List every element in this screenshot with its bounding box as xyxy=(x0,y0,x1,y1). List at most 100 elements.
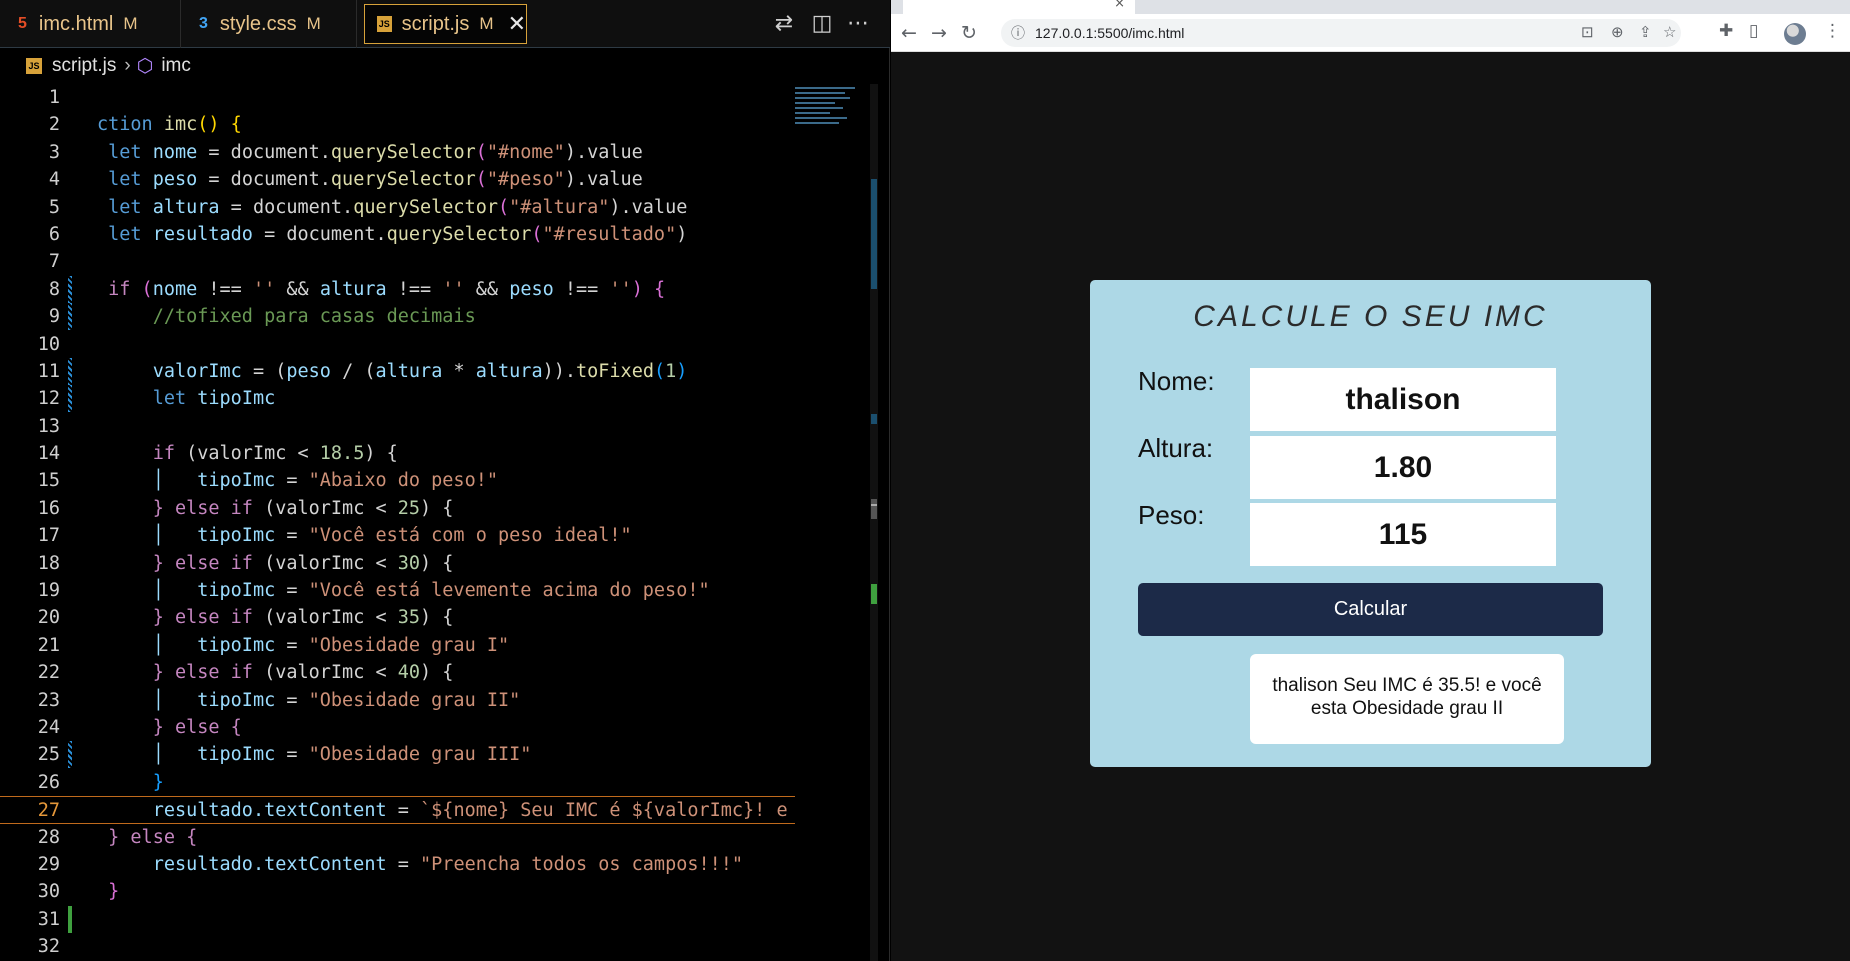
code-line: 30 } xyxy=(0,878,800,905)
line-number: 15 xyxy=(37,470,60,492)
forward-arrow-icon[interactable]: → xyxy=(927,20,951,46)
line-number: 6 xyxy=(48,223,60,245)
code-text: resultado.textContent = "Preencha todos … xyxy=(152,853,744,875)
code-line: 7 xyxy=(0,248,800,275)
code-line: 29 resultado.textContent = "Preencha tod… xyxy=(0,851,800,878)
more-actions-icon[interactable]: ⋯ xyxy=(844,10,872,38)
tab-style-css[interactable]: 3 style.css M xyxy=(181,0,357,48)
line-number: 9 xyxy=(48,306,60,328)
split-editor-icon[interactable]: ◫ xyxy=(808,10,836,38)
breadcrumb-file[interactable]: script.js xyxy=(52,55,116,77)
code-line: 25 │ tipoImc = "Obesidade grau III" xyxy=(0,741,800,769)
line-number: 31 xyxy=(37,908,60,930)
code-text: │ tipoImc = "Obesidade grau I" xyxy=(97,634,510,656)
url-input[interactable]: ⓘ 127.0.0.1:5500/imc.html ⊡ ⊕ ⇪ ☆ xyxy=(1001,19,1681,47)
line-number: 14 xyxy=(37,443,60,465)
code-text: } xyxy=(152,771,164,793)
line-number: 12 xyxy=(37,388,60,410)
profile-avatar[interactable] xyxy=(1784,23,1806,45)
code-text: } else if (valorImc < 35) { xyxy=(152,607,454,629)
translate-icon[interactable]: ⊡ xyxy=(1581,19,1594,47)
css3-icon: 3 xyxy=(199,15,208,32)
close-icon[interactable]: × xyxy=(1114,0,1125,11)
site-info-icon[interactable]: ⓘ xyxy=(1011,19,1025,47)
code-text: } xyxy=(108,881,120,903)
line-number: 32 xyxy=(37,936,60,958)
vertical-scrollbar[interactable] xyxy=(870,84,878,961)
code-line: 9 //tofixed para casas decimais xyxy=(0,303,800,331)
line-number: 8 xyxy=(48,278,60,300)
code-line: 26 } xyxy=(0,769,800,796)
code-text: if (nome !== '' && altura !== '' && peso… xyxy=(108,278,666,300)
nome-input[interactable]: thalison xyxy=(1250,368,1556,431)
code-text: let peso = document.querySelector("#peso… xyxy=(108,169,643,191)
result-box: thalison Seu IMC é 35.5! e você esta Obe… xyxy=(1250,654,1564,744)
code-line: 24 } else { xyxy=(0,714,800,741)
browser-tab[interactable]: × xyxy=(903,0,1135,14)
git-modified-marker xyxy=(68,385,72,413)
line-number: 25 xyxy=(37,744,60,766)
js-icon: JS xyxy=(377,16,392,32)
git-modified-marker xyxy=(68,357,72,385)
line-number: 29 xyxy=(37,853,60,875)
side-panel-icon[interactable]: ▯ xyxy=(1749,21,1758,41)
minimap[interactable] xyxy=(795,84,870,144)
code-line: 6 let resultado = document.querySelector… xyxy=(0,221,800,248)
code-line: 12 let tipoImc xyxy=(0,385,800,413)
code-line: 1 xyxy=(0,84,800,111)
line-number: 23 xyxy=(37,689,60,711)
close-tab-icon[interactable]: ✕ xyxy=(508,11,526,37)
bookmark-star-icon[interactable]: ☆ xyxy=(1663,19,1676,47)
line-number: 13 xyxy=(37,415,60,437)
line-number: 21 xyxy=(37,634,60,656)
code-text: let resultado = document.querySelector("… xyxy=(108,223,688,245)
extensions-icon[interactable]: ✚ xyxy=(1719,21,1733,41)
reload-icon[interactable]: ↻ xyxy=(957,20,981,46)
code-editor: 5 imc.html M 3 style.css M JS script.js … xyxy=(0,0,890,961)
zoom-icon[interactable]: ⊕ xyxy=(1611,19,1624,47)
page-viewport: CALCULE O SEU IMC Nome: thalison Altura:… xyxy=(891,52,1850,961)
code-area[interactable]: 1 2 ction imc() { 3 let nome = document.q… xyxy=(0,84,800,961)
code-text: ction imc() { xyxy=(97,114,242,136)
line-number: 27 xyxy=(37,800,60,822)
line-number: 30 xyxy=(37,881,60,903)
tab-script-js[interactable]: JS script.js M ✕ xyxy=(364,4,527,44)
code-text: let tipoImc xyxy=(152,388,276,410)
altura-input[interactable]: 1.80 xyxy=(1250,436,1556,499)
code-text: } else if (valorImc < 40) { xyxy=(152,662,454,684)
code-line: 16 } else if (valorImc < 25) { xyxy=(0,495,800,522)
peso-input[interactable]: 115 xyxy=(1250,503,1556,566)
nome-label: Nome: xyxy=(1138,366,1215,396)
line-number: 3 xyxy=(48,141,60,163)
code-text: │ tipoImc = "Obesidade grau II" xyxy=(97,689,521,711)
code-text: } else { xyxy=(152,716,242,738)
git-added-marker xyxy=(68,905,72,933)
tab-imc-html[interactable]: 5 imc.html M xyxy=(0,0,181,48)
code-text: │ tipoImc = "Abaixo do peso!" xyxy=(97,470,498,492)
line-number: 28 xyxy=(37,826,60,848)
code-text: │ tipoImc = "Obesidade grau III" xyxy=(97,744,532,766)
back-arrow-icon[interactable]: ← xyxy=(897,20,921,46)
line-number: 19 xyxy=(37,580,60,602)
tab-label: imc.html xyxy=(38,12,114,35)
open-changes-icon[interactable]: ⇄ xyxy=(770,10,798,38)
page-title: CALCULE O SEU IMC xyxy=(1193,300,1548,333)
code-line: 5 let altura = document.querySelector("#… xyxy=(0,194,800,221)
code-line: 22 } else if (valorImc < 40) { xyxy=(0,659,800,686)
modified-indicator: M xyxy=(306,14,321,33)
editor-tabbar: 5 imc.html M 3 style.css M JS script.js … xyxy=(0,0,890,48)
kebab-menu-icon[interactable]: ⋮ xyxy=(1824,21,1841,41)
code-line: 13 xyxy=(0,413,800,440)
imc-card: CALCULE O SEU IMC Nome: thalison Altura:… xyxy=(1090,280,1651,767)
share-icon[interactable]: ⇪ xyxy=(1639,19,1652,47)
breadcrumb-symbol[interactable]: imc xyxy=(161,55,191,77)
calcular-button[interactable]: Calcular xyxy=(1138,583,1603,636)
line-number: 10 xyxy=(37,333,60,355)
code-line: 10 xyxy=(0,331,800,358)
address-bar: ← → ↻ ⓘ 127.0.0.1:5500/imc.html ⊡ ⊕ ⇪ ☆ … xyxy=(891,14,1850,52)
code-text: if (valorImc < 18.5) { xyxy=(152,443,398,465)
line-number: 1 xyxy=(48,87,60,108)
current-code-line: 27 resultado.textContent = `${nome} Seu … xyxy=(0,796,795,824)
line-number: 24 xyxy=(37,716,60,738)
line-number: 5 xyxy=(48,196,60,218)
